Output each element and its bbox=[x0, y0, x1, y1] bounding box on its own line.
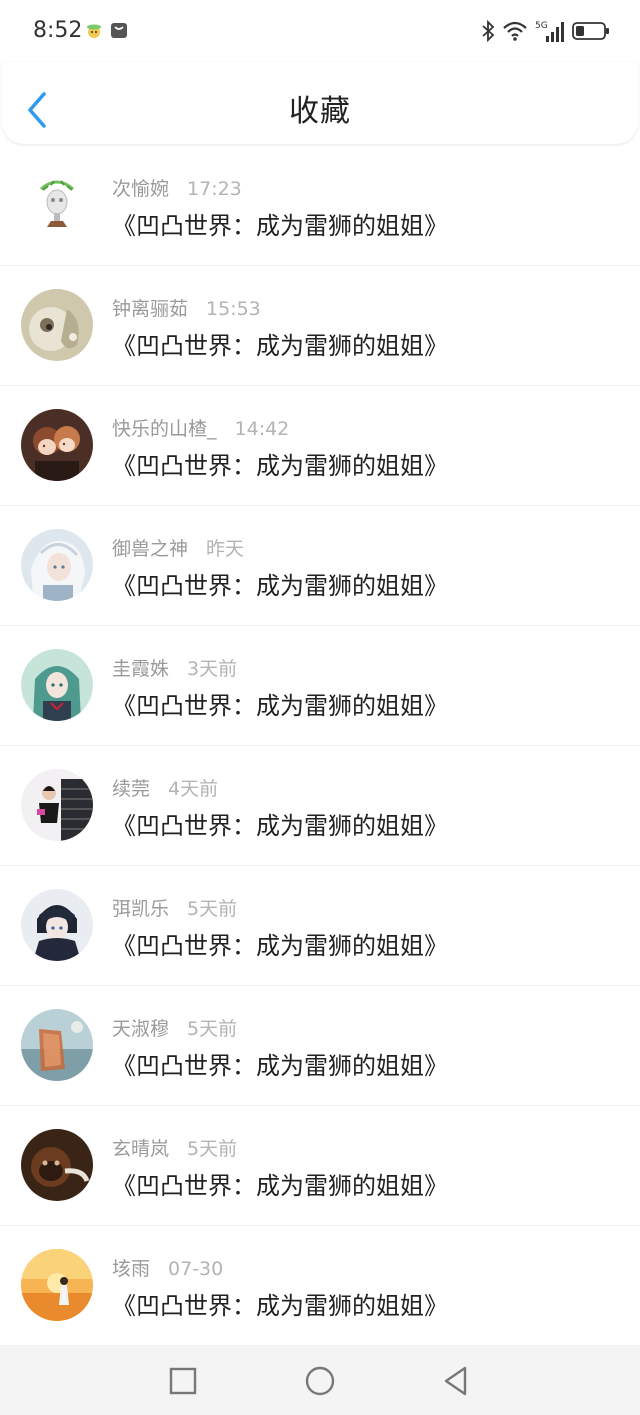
item-time: 4天前 bbox=[168, 778, 219, 800]
list-item[interactable]: 玄晴岚 5天前《凹凸世界：成为雷狮的姐姐》 bbox=[0, 1106, 640, 1226]
avatar[interactable] bbox=[21, 1009, 93, 1081]
item-message: 《凹凸世界：成为雷狮的姐姐》 bbox=[112, 1292, 448, 1320]
system-back-button[interactable] bbox=[437, 1361, 477, 1401]
avatar-image bbox=[21, 1249, 93, 1321]
user-name: 弭凯乐 bbox=[112, 898, 170, 920]
recents-button[interactable] bbox=[163, 1361, 203, 1401]
status-time: 8:52 bbox=[33, 18, 83, 43]
item-time: 15:53 bbox=[206, 298, 261, 320]
recents-square-icon bbox=[169, 1367, 197, 1395]
user-name: 垓雨 bbox=[112, 1258, 151, 1280]
item-message: 《凹凸世界：成为雷狮的姐姐》 bbox=[112, 332, 448, 360]
avatar-image bbox=[21, 289, 93, 361]
user-name: 钟离骊茹 bbox=[112, 298, 189, 320]
avatar[interactable] bbox=[21, 289, 93, 361]
back-triangle-icon bbox=[444, 1366, 467, 1396]
list-item[interactable]: 弭凯乐 5天前《凹凸世界：成为雷狮的姐姐》 bbox=[0, 866, 640, 986]
list-item[interactable]: 御兽之神 昨天《凹凸世界：成为雷狮的姐姐》 bbox=[0, 506, 640, 626]
list-item[interactable]: 圭霞姝 3天前《凹凸世界：成为雷狮的姐姐》 bbox=[0, 626, 640, 746]
user-name: 次愉婉 bbox=[112, 178, 170, 200]
item-message: 《凹凸世界：成为雷狮的姐姐》 bbox=[112, 452, 448, 480]
user-name: 续莞 bbox=[112, 778, 151, 800]
item-message: 《凹凸世界：成为雷狮的姐姐》 bbox=[112, 692, 448, 720]
navigation-bar bbox=[0, 1345, 640, 1415]
item-meta: 玄晴岚 5天前 bbox=[112, 1134, 237, 1161]
user-name: 玄晴岚 bbox=[112, 1138, 170, 1160]
item-message: 《凹凸世界：成为雷狮的姐姐》 bbox=[112, 932, 448, 960]
network-label: 5G bbox=[535, 21, 548, 31]
avatar-image bbox=[21, 1009, 93, 1081]
avatar-image bbox=[21, 169, 93, 241]
item-message: 《凹凸世界：成为雷狮的姐姐》 bbox=[112, 212, 448, 240]
avatar[interactable] bbox=[21, 1249, 93, 1321]
list-item[interactable]: 快乐的山楂_ 14:42 《凹凸世界：成为雷狮的姐姐》 bbox=[0, 386, 640, 506]
item-meta: 弭凯乐 5天前 bbox=[112, 894, 237, 921]
item-meta: 天淑穆 5天前 bbox=[112, 1014, 237, 1041]
status-indicators: 5G bbox=[481, 18, 610, 44]
title-bar: 收藏 bbox=[2, 62, 638, 144]
item-time: 14:42 bbox=[234, 418, 290, 440]
item-time: 5天前 bbox=[187, 898, 238, 920]
user-name: 快乐的山楂_ bbox=[112, 418, 217, 440]
page-title: 收藏 bbox=[289, 94, 351, 129]
home-circle-icon bbox=[305, 1366, 335, 1396]
item-message: 《凹凸世界：成为雷狮的姐姐》 bbox=[112, 572, 448, 600]
avatar[interactable] bbox=[21, 769, 93, 841]
avatar-image bbox=[21, 529, 93, 601]
favorites-list: 次愉婉 17:23 《凹凸世界：成为雷狮的姐姐》 钟离骊茹 15:53 《凹凸世界：成为雷… bbox=[0, 146, 640, 1346]
avatar-image bbox=[21, 1129, 93, 1201]
item-meta: 御兽之神 昨天 bbox=[112, 534, 244, 561]
item-time: 5天前 bbox=[187, 1018, 238, 1040]
list-item[interactable]: 垓雨 07-30 《凹凸世界：成为雷狮的姐姐》 bbox=[0, 1226, 640, 1346]
list-item[interactable]: 天淑穆 5天前《凹凸世界：成为雷狮的姐姐》 bbox=[0, 986, 640, 1106]
avatar[interactable] bbox=[21, 889, 93, 961]
avatar[interactable] bbox=[21, 169, 93, 241]
item-time: 5天前 bbox=[187, 1138, 238, 1160]
item-meta: 圭霞姝 3天前 bbox=[112, 654, 237, 681]
avatar-image bbox=[21, 409, 93, 481]
avatar[interactable] bbox=[21, 1129, 93, 1201]
item-meta: 钟离骊茹 15:53 bbox=[112, 294, 261, 321]
item-time: 昨天 bbox=[206, 538, 245, 560]
item-message: 《凹凸世界：成为雷狮的姐姐》 bbox=[112, 1172, 448, 1200]
notification-app-icon bbox=[111, 23, 127, 38]
avatar-image bbox=[21, 769, 93, 841]
list-item[interactable]: 续莞 4天前《凹凸世界：成为雷狮的姐姐》 bbox=[0, 746, 640, 866]
notification-face-icon bbox=[87, 24, 101, 38]
avatar-image bbox=[21, 889, 93, 961]
avatar-image bbox=[21, 649, 93, 721]
item-time: 07-30 bbox=[168, 1258, 224, 1280]
cellular-5g-icon: 5G bbox=[535, 21, 564, 42]
avatar[interactable] bbox=[21, 649, 93, 721]
item-meta: 垓雨 07-30 bbox=[112, 1254, 223, 1281]
user-name: 御兽之神 bbox=[112, 538, 189, 560]
item-message: 《凹凸世界：成为雷狮的姐姐》 bbox=[112, 812, 448, 840]
home-button[interactable] bbox=[300, 1361, 340, 1401]
item-meta: 次愉婉 17:23 bbox=[112, 174, 242, 201]
item-meta: 快乐的山楂_ 14:42 bbox=[112, 414, 289, 441]
wifi-icon bbox=[503, 21, 527, 41]
item-meta: 续莞 4天前 bbox=[112, 774, 218, 801]
avatar[interactable] bbox=[21, 409, 93, 481]
avatar[interactable] bbox=[21, 529, 93, 601]
user-name: 圭霞姝 bbox=[112, 658, 170, 680]
status-bar: 8:52 5G bbox=[0, 0, 640, 62]
item-time: 3天前 bbox=[187, 658, 238, 680]
item-message: 《凹凸世界：成为雷狮的姐姐》 bbox=[112, 1052, 448, 1080]
battery-icon bbox=[572, 22, 609, 40]
bluetooth-icon bbox=[482, 20, 495, 42]
list-item[interactable]: 钟离骊茹 15:53 《凹凸世界：成为雷狮的姐姐》 bbox=[0, 266, 640, 386]
user-name: 天淑穆 bbox=[112, 1018, 170, 1040]
list-item[interactable]: 次愉婉 17:23 《凹凸世界：成为雷狮的姐姐》 bbox=[0, 146, 640, 266]
item-time: 17:23 bbox=[187, 178, 242, 200]
